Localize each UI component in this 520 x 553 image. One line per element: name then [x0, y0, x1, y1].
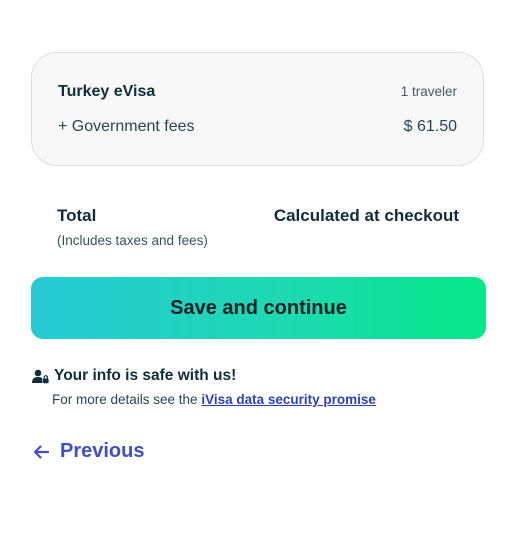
security-details: For more details see the iVisa data secu… — [52, 392, 492, 407]
government-fees-label: + Government fees — [58, 118, 195, 135]
save-and-continue-button[interactable]: Save and continue — [31, 277, 486, 339]
product-name: Turkey eVisa — [58, 83, 156, 100]
security-title: Your info is safe with us! — [54, 367, 237, 384]
total-line: Total Calculated at checkout — [57, 206, 459, 226]
fees-row: + Government fees $ 61.50 — [58, 118, 457, 136]
traveler-count: 1 traveler — [400, 84, 457, 99]
total-value: Calculated at checkout — [273, 206, 459, 225]
product-row: Turkey eVisa 1 traveler — [58, 83, 457, 101]
security-title-line: Your info is safe with us! — [32, 367, 492, 385]
total-section: Total Calculated at checkout (Includes t… — [57, 206, 459, 248]
previous-label: Previous — [60, 440, 145, 462]
user-lock-icon — [32, 369, 49, 384]
save-and-continue-label: Save and continue — [170, 296, 347, 319]
order-summary-card: Turkey eVisa 1 traveler + Government fee… — [31, 52, 484, 166]
checkout-summary-page: Turkey eVisa 1 traveler + Government fee… — [0, 0, 520, 553]
government-fees-amount: $ 61.50 — [403, 118, 457, 135]
security-notice: Your info is safe with us! For more deta… — [32, 367, 492, 407]
previous-button[interactable]: Previous — [32, 440, 144, 463]
total-note: (Includes taxes and fees) — [57, 233, 208, 248]
total-label: Total — [57, 206, 97, 225]
arrow-left-icon — [32, 443, 50, 461]
security-promise-link[interactable]: iVisa data security promise — [201, 392, 376, 407]
security-details-text: For more details see the — [52, 392, 202, 407]
